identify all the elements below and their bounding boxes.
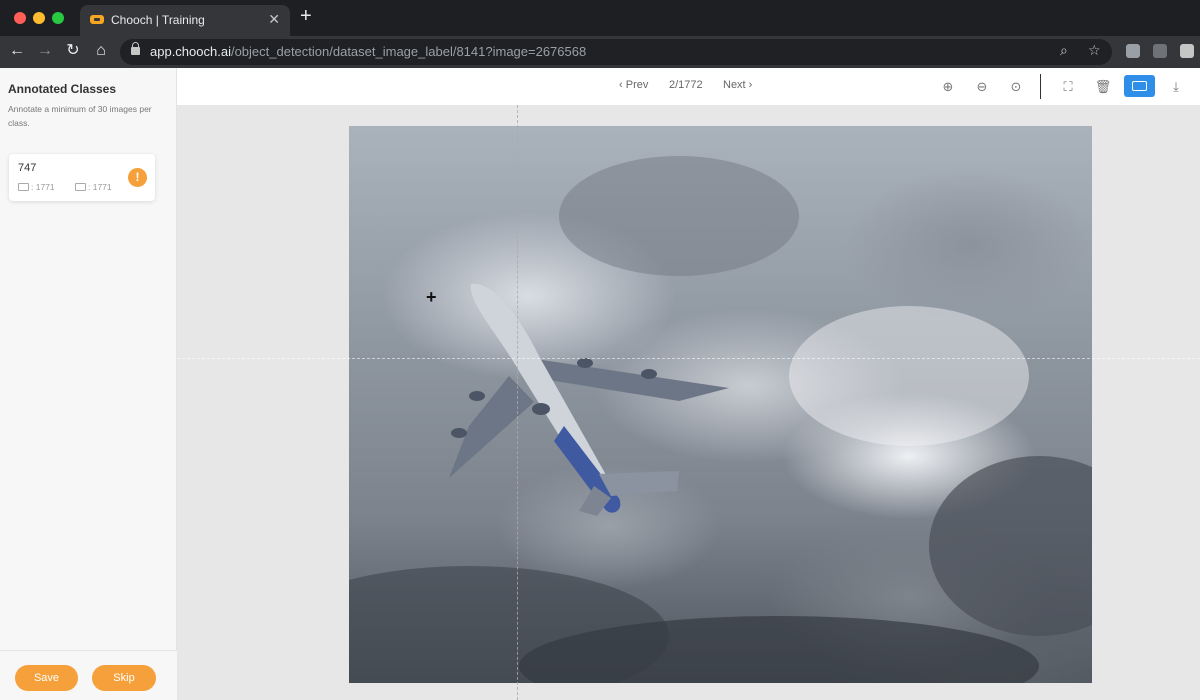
maximize-window-button[interactable] bbox=[52, 12, 64, 24]
skip-button[interactable]: Skip bbox=[92, 665, 156, 691]
info-badge-icon[interactable]: ! bbox=[128, 168, 147, 187]
extension-icon[interactable] bbox=[1126, 44, 1140, 58]
box-count: : 1771 bbox=[75, 182, 112, 192]
puzzle-extensions-icon[interactable] bbox=[1180, 44, 1194, 58]
image-position: 2/1772 bbox=[669, 79, 703, 91]
sidebar-title: Annotated Classes bbox=[8, 82, 117, 96]
bounding-box-icon bbox=[75, 183, 86, 191]
browser-toolbar: ← → ↻ ⌂ app.chooch.ai/object_detection/d… bbox=[0, 36, 1200, 68]
address-bar[interactable]: app.chooch.ai/object_detection/dataset_i… bbox=[120, 39, 1112, 65]
annotated-classes-sidebar: Annotated Classes Annotate a minimum of … bbox=[0, 68, 177, 700]
annotation-toolbar: ‹ Prev 2/1772 Next › ⊕ ⊖ ⊙ ⛶ 🗑 ⤓ bbox=[177, 68, 1200, 105]
zoom-out-icon[interactable]: ⊖ bbox=[971, 76, 993, 98]
fullscreen-icon[interactable]: ⛶ bbox=[1057, 76, 1079, 98]
toolbar-divider bbox=[1040, 74, 1041, 99]
image-count: : 1771 bbox=[18, 182, 55, 192]
chevron-right-icon: › bbox=[745, 79, 753, 91]
crosshair-vertical-guide bbox=[517, 105, 518, 700]
url-text: app.chooch.ai/object_detection/dataset_i… bbox=[150, 44, 587, 59]
sidebar-subtitle: Annotate a minimum of 30 images per clas… bbox=[8, 104, 152, 128]
new-tab-icon[interactable]: + bbox=[300, 6, 312, 26]
bookmark-star-icon[interactable]: ☆ bbox=[1088, 42, 1101, 59]
chooch-favicon-icon bbox=[90, 15, 104, 24]
forward-arrow-icon[interactable]: → bbox=[34, 40, 56, 62]
extension-icon[interactable] bbox=[1153, 44, 1167, 58]
zoom-reset-icon[interactable]: ⊙ bbox=[1005, 76, 1027, 98]
zoom-in-icon[interactable]: ⊕ bbox=[937, 76, 959, 98]
sidebar-footer: Save Skip bbox=[0, 650, 177, 700]
search-icon[interactable]: ⌕ bbox=[1060, 42, 1068, 59]
crosshair-cursor-icon: + bbox=[426, 287, 437, 307]
image-icon bbox=[18, 183, 29, 191]
prev-button[interactable]: ‹ Prev bbox=[619, 79, 648, 91]
home-icon[interactable]: ⌂ bbox=[90, 40, 112, 62]
download-icon[interactable]: ⤓ bbox=[1165, 76, 1187, 98]
airplane bbox=[449, 283, 729, 516]
reload-icon[interactable]: ↻ bbox=[62, 40, 84, 62]
minimize-window-button[interactable] bbox=[33, 12, 45, 24]
tab-close-icon[interactable]: ✕ bbox=[268, 11, 280, 28]
save-button[interactable]: Save bbox=[15, 665, 78, 691]
close-window-button[interactable] bbox=[14, 12, 26, 24]
next-button[interactable]: Next › bbox=[723, 79, 752, 91]
class-name: 747 bbox=[18, 162, 37, 174]
dataset-image[interactable] bbox=[349, 126, 1092, 683]
back-arrow-icon[interactable]: ← bbox=[6, 40, 28, 62]
annotation-canvas[interactable]: + bbox=[177, 105, 1200, 700]
tab-title: Chooch | Training bbox=[111, 13, 205, 27]
chevron-left-icon: ‹ bbox=[619, 79, 626, 91]
browser-tab-bar: Chooch | Training ✕ + bbox=[0, 0, 1200, 36]
airplane-photo bbox=[349, 156, 1092, 683]
lock-icon bbox=[131, 42, 140, 55]
crosshair-horizontal-guide bbox=[177, 358, 1200, 359]
browser-tab[interactable]: Chooch | Training ✕ bbox=[80, 5, 290, 36]
trash-icon[interactable]: 🗑 bbox=[1092, 76, 1114, 98]
keyboard-shortcuts-button[interactable] bbox=[1124, 75, 1155, 97]
class-card-747[interactable]: 747 : 1771 : 1771 ! bbox=[9, 154, 155, 201]
keyboard-icon bbox=[1132, 81, 1147, 91]
